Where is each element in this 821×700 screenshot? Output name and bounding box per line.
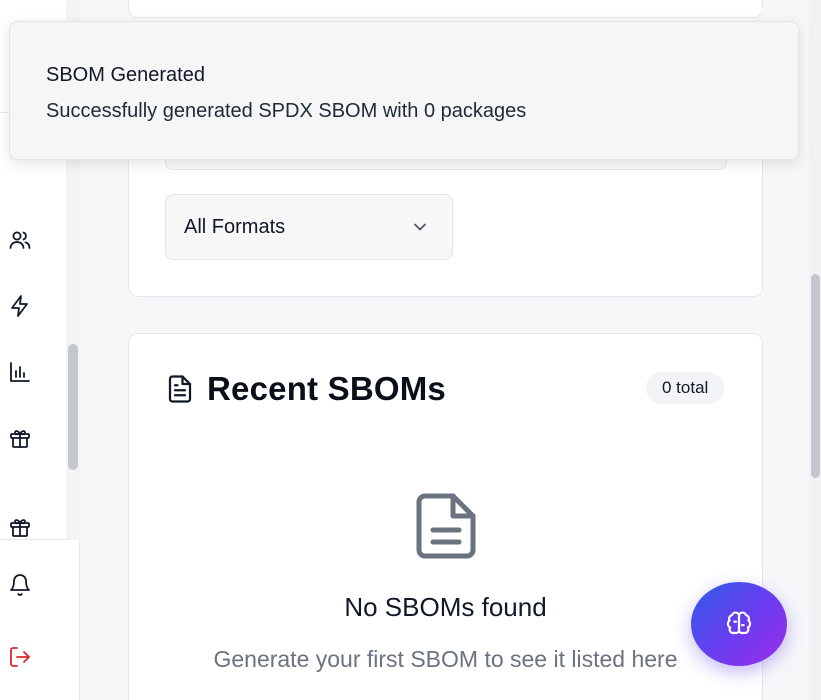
section-title: Recent SBOMs (207, 370, 446, 407)
gift-icon (10, 430, 30, 448)
format-select-value: All Formats (184, 215, 286, 238)
sidebar-item-analytics[interactable] (6, 358, 34, 386)
top-card (128, 0, 763, 18)
format-select[interactable]: All Formats (165, 194, 453, 260)
sidebar-item-activity[interactable] (6, 292, 34, 320)
sidebar-scrollbar-thumb[interactable] (68, 344, 78, 470)
bar-chart-icon (10, 362, 30, 382)
toast-description: Successfully generated SPDX SBOM with 0 … (46, 100, 527, 122)
toast-title: SBOM Generated (46, 64, 205, 86)
gift-icon (10, 519, 30, 537)
brain-icon (726, 611, 752, 635)
logout-icon (10, 647, 30, 667)
toast-notification[interactable]: SBOM Generated Successfully generated SP… (9, 21, 799, 160)
bell-icon (10, 574, 30, 596)
ai-assistant-button[interactable] (691, 582, 787, 666)
logout-button[interactable] (6, 643, 34, 671)
sidebar-item-rewards[interactable] (6, 424, 34, 452)
recent-sboms-header: Recent SBOMs (165, 370, 446, 408)
document-icon (168, 375, 192, 403)
page-scrollbar-thumb[interactable] (811, 274, 820, 478)
total-count-badge: 0 total (646, 372, 725, 404)
empty-document-icon (416, 493, 476, 559)
sidebar-item-gifts[interactable] (6, 513, 34, 541)
sidebar-item-users[interactable] (6, 226, 34, 254)
notifications-button[interactable] (6, 571, 34, 599)
empty-state-title: No SBOMs found (344, 592, 547, 622)
empty-state-subtitle: Generate your first SBOM to see it liste… (213, 646, 678, 672)
users-icon (9, 231, 31, 249)
chevron-down-icon (414, 223, 426, 231)
lightning-icon (11, 295, 28, 317)
